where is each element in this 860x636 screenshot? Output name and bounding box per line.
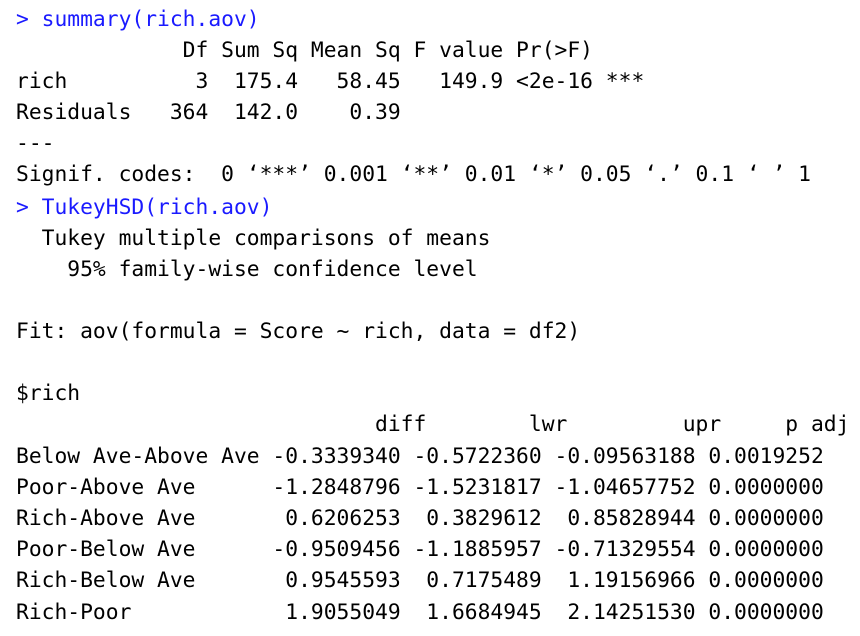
tukey-header-row: diff lwr upr p adj bbox=[16, 412, 850, 437]
tukey-row-rich-poor: Rich-Poor 1.9055049 1.6684945 2.14251530… bbox=[16, 600, 824, 625]
tukey-title: Tukey multiple comparisons of means bbox=[16, 226, 491, 251]
command-summary: > summary(rich.aov) bbox=[16, 7, 260, 32]
command-tukeyhsd: > TukeyHSD(rich.aov) bbox=[16, 195, 273, 220]
result-name: $rich bbox=[16, 381, 81, 406]
tukey-row-rich-aboveave: Rich-Above Ave 0.6206253 0.3829612 0.858… bbox=[16, 506, 824, 531]
tukey-row-rich-belowave: Rich-Below Ave 0.9545593 0.7175489 1.191… bbox=[16, 568, 824, 593]
confidence-level: 95% family-wise confidence level bbox=[16, 257, 478, 282]
anova-row-rich: rich 3 175.4 58.45 149.9 <2e-16 *** bbox=[16, 69, 645, 94]
tukey-row-poor-aboveave: Poor-Above Ave -1.2848796 -1.5231817 -1.… bbox=[16, 475, 824, 500]
anova-row-residuals: Residuals 364 142.0 0.39 bbox=[16, 100, 645, 125]
anova-header-row: Df Sum Sq Mean Sq F value Pr(>F) bbox=[16, 38, 645, 63]
signif-codes: Signif. codes: 0 ‘***’ 0.001 ‘**’ 0.01 ‘… bbox=[16, 162, 811, 187]
tukey-row-poor-belowave: Poor-Below Ave -0.9509456 -1.1885957 -0.… bbox=[16, 537, 824, 562]
separator-line: --- bbox=[16, 131, 55, 156]
fit-formula: Fit: aov(formula = Score ~ rich, data = … bbox=[16, 319, 581, 344]
r-console[interactable]: > summary(rich.aov) Df Sum Sq Mean Sq F … bbox=[0, 0, 860, 636]
tukey-row-belowave-aboveave: Below Ave-Above Ave -0.3339340 -0.572236… bbox=[16, 444, 824, 469]
